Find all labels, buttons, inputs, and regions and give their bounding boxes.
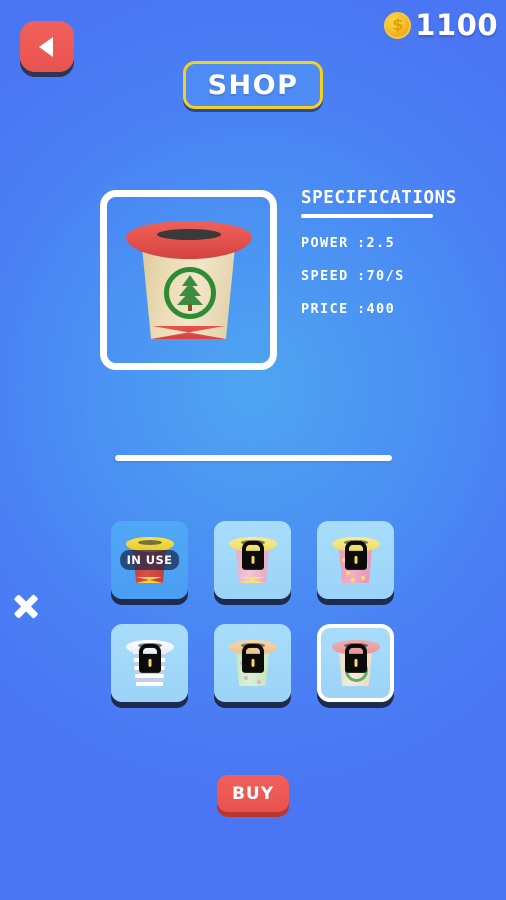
lock-icon <box>241 653 264 673</box>
spec-value-power: :2.5 <box>357 235 396 251</box>
previous-page-chevron-left-icon[interactable] <box>32 582 64 630</box>
spec-value-price: :400 <box>357 301 396 317</box>
back-button[interactable] <box>20 21 74 72</box>
bin-slot <box>137 540 162 545</box>
specifications-heading: SPECIFICATIONS <box>301 188 457 208</box>
lock-icon <box>344 653 367 673</box>
coin-count-label: 1100 <box>415 8 498 42</box>
spec-row-power: POWER :2.5 <box>301 235 491 251</box>
in-use-badge: IN USE <box>119 550 180 570</box>
spec-key-power: POWER <box>301 235 349 251</box>
preview-bin-graphic <box>125 221 252 339</box>
lock-icon <box>138 653 161 673</box>
section-divider <box>115 455 392 461</box>
tree-icon <box>175 275 205 311</box>
specifications-underline <box>301 214 433 218</box>
buy-button[interactable]: BUY <box>217 775 289 812</box>
spec-row-speed: SPEED :70/S <box>301 268 491 284</box>
pine-tree-emblem-icon <box>163 267 216 319</box>
grid-item-bin-pink-plain[interactable] <box>214 521 291 599</box>
grid-item-bin-blue-stripes[interactable] <box>111 624 188 702</box>
spec-key-price: PRICE <box>301 301 349 317</box>
spec-value-speed: :70/S <box>357 268 405 284</box>
bin-slot <box>156 229 221 240</box>
specifications-panel: SPECIFICATIONS POWER :2.5 SPEED :70/S PR… <box>301 188 491 317</box>
back-arrow-icon <box>38 36 53 57</box>
spec-row-price: PRICE :400 <box>301 301 491 317</box>
page-title: SHOP <box>183 61 323 109</box>
coin-balance: $ 1100 <box>384 8 498 42</box>
grid-item-bin-mint-dots[interactable] <box>214 624 291 702</box>
grid-item-bin-pink-dots[interactable] <box>317 521 394 599</box>
page-title-label: SHOP <box>207 69 299 101</box>
item-grid: IN USE <box>111 521 394 702</box>
lock-icon <box>344 550 367 570</box>
spec-key-speed: SPEED <box>301 268 349 284</box>
item-preview-card <box>100 190 277 370</box>
coin-icon: $ <box>384 11 412 39</box>
grid-item-bin-red-yellow[interactable]: IN USE <box>111 521 188 599</box>
grid-item-bin-pine-tree[interactable] <box>317 624 394 702</box>
lock-icon <box>241 550 264 570</box>
